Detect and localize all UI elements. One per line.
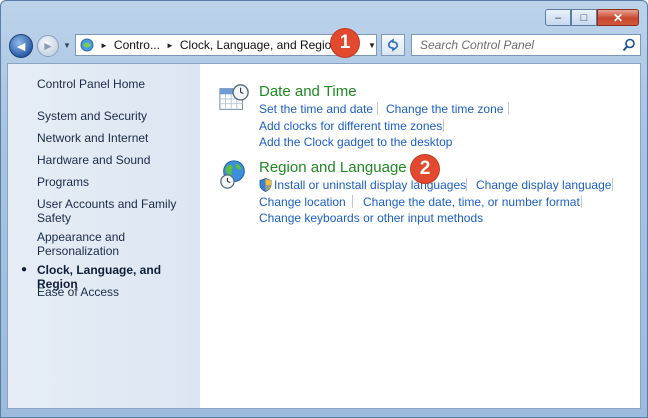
uac-shield-icon <box>259 178 272 192</box>
link-change-display-language[interactable]: Change display language <box>476 178 611 192</box>
link-separator <box>612 178 613 191</box>
caption-buttons: – □ ✕ <box>545 9 639 26</box>
search-icon[interactable] <box>622 38 636 52</box>
forward-button[interactable]: ► <box>37 35 59 57</box>
link-install-display-languages[interactable]: Install or uninstall display languages <box>274 178 466 192</box>
sidebar-item-system-security[interactable]: System and Security <box>37 109 187 123</box>
refresh-button[interactable] <box>381 34 405 56</box>
annotation-badge-1: 1 <box>331 29 359 57</box>
link-change-location[interactable]: Change location <box>259 195 346 209</box>
search-input[interactable] <box>412 35 617 55</box>
navigation-bar: ◄ ► ▼ ► Contro... ► Clock, Language, and… <box>7 32 643 58</box>
link-change-keyboards[interactable]: Change keyboards or other input methods <box>259 211 483 225</box>
link-add-clock-gadget[interactable]: Add the Clock gadget to the desktop <box>259 135 452 149</box>
content-area: Control Panel Home System and Security N… <box>7 63 641 409</box>
link-separator <box>377 102 378 115</box>
category-title-date-time[interactable]: Date and Time <box>259 83 357 100</box>
control-panel-icon <box>80 38 94 52</box>
globe-clock-icon[interactable] <box>218 158 250 190</box>
current-item-bullet: ● <box>21 264 28 275</box>
maximize-button[interactable]: □ <box>571 9 597 26</box>
link-add-clocks[interactable]: Add clocks for different time zones <box>259 119 442 133</box>
annotation-badge-2: 2 <box>411 155 439 183</box>
sidebar-item-programs[interactable]: Programs <box>37 175 187 189</box>
close-button[interactable]: ✕ <box>597 9 639 26</box>
refresh-icon <box>388 38 398 52</box>
link-separator <box>581 195 582 208</box>
link-separator <box>508 102 509 115</box>
main-panel: Date and Time Set the time and date Chan… <box>200 64 640 408</box>
clock-calendar-icon[interactable] <box>218 83 250 115</box>
sidebar-item-control-panel-home[interactable]: Control Panel Home <box>37 77 187 91</box>
link-separator <box>466 178 467 191</box>
breadcrumb-control-panel[interactable]: Contro... <box>114 38 160 52</box>
sidebar: Control Panel Home System and Security N… <box>8 64 200 408</box>
control-panel-window: – □ ✕ ◄ ► ▼ ► Contro... ► Clock, Languag… <box>0 0 648 418</box>
link-separator <box>443 119 444 132</box>
minimize-button[interactable]: – <box>545 9 571 26</box>
link-set-time-date[interactable]: Set the time and date <box>259 102 373 116</box>
recent-pages-dropdown[interactable]: ▼ <box>63 41 71 50</box>
sidebar-item-appearance[interactable]: Appearance and Personalization <box>37 230 187 258</box>
search-box[interactable] <box>411 34 641 56</box>
sidebar-item-user-accounts[interactable]: User Accounts and Family Safety <box>37 197 187 225</box>
breadcrumb-separator[interactable]: ► <box>100 41 108 50</box>
sidebar-item-network-internet[interactable]: Network and Internet <box>37 131 187 145</box>
breadcrumb-clock-language-region[interactable]: Clock, Language, and Region <box>180 38 338 52</box>
link-separator <box>352 195 353 208</box>
sidebar-item-ease-of-access[interactable]: Ease of Access <box>37 285 187 299</box>
breadcrumb-separator[interactable]: ► <box>166 41 174 50</box>
link-change-date-time-format[interactable]: Change the date, time, or number format <box>363 195 580 209</box>
address-dropdown-button[interactable]: ▼ <box>365 34 379 56</box>
back-button[interactable]: ◄ <box>9 34 33 58</box>
sidebar-item-hardware-sound[interactable]: Hardware and Sound <box>37 153 187 167</box>
link-change-time-zone[interactable]: Change the time zone <box>386 102 503 116</box>
category-title-region-language[interactable]: Region and Language <box>259 159 407 176</box>
